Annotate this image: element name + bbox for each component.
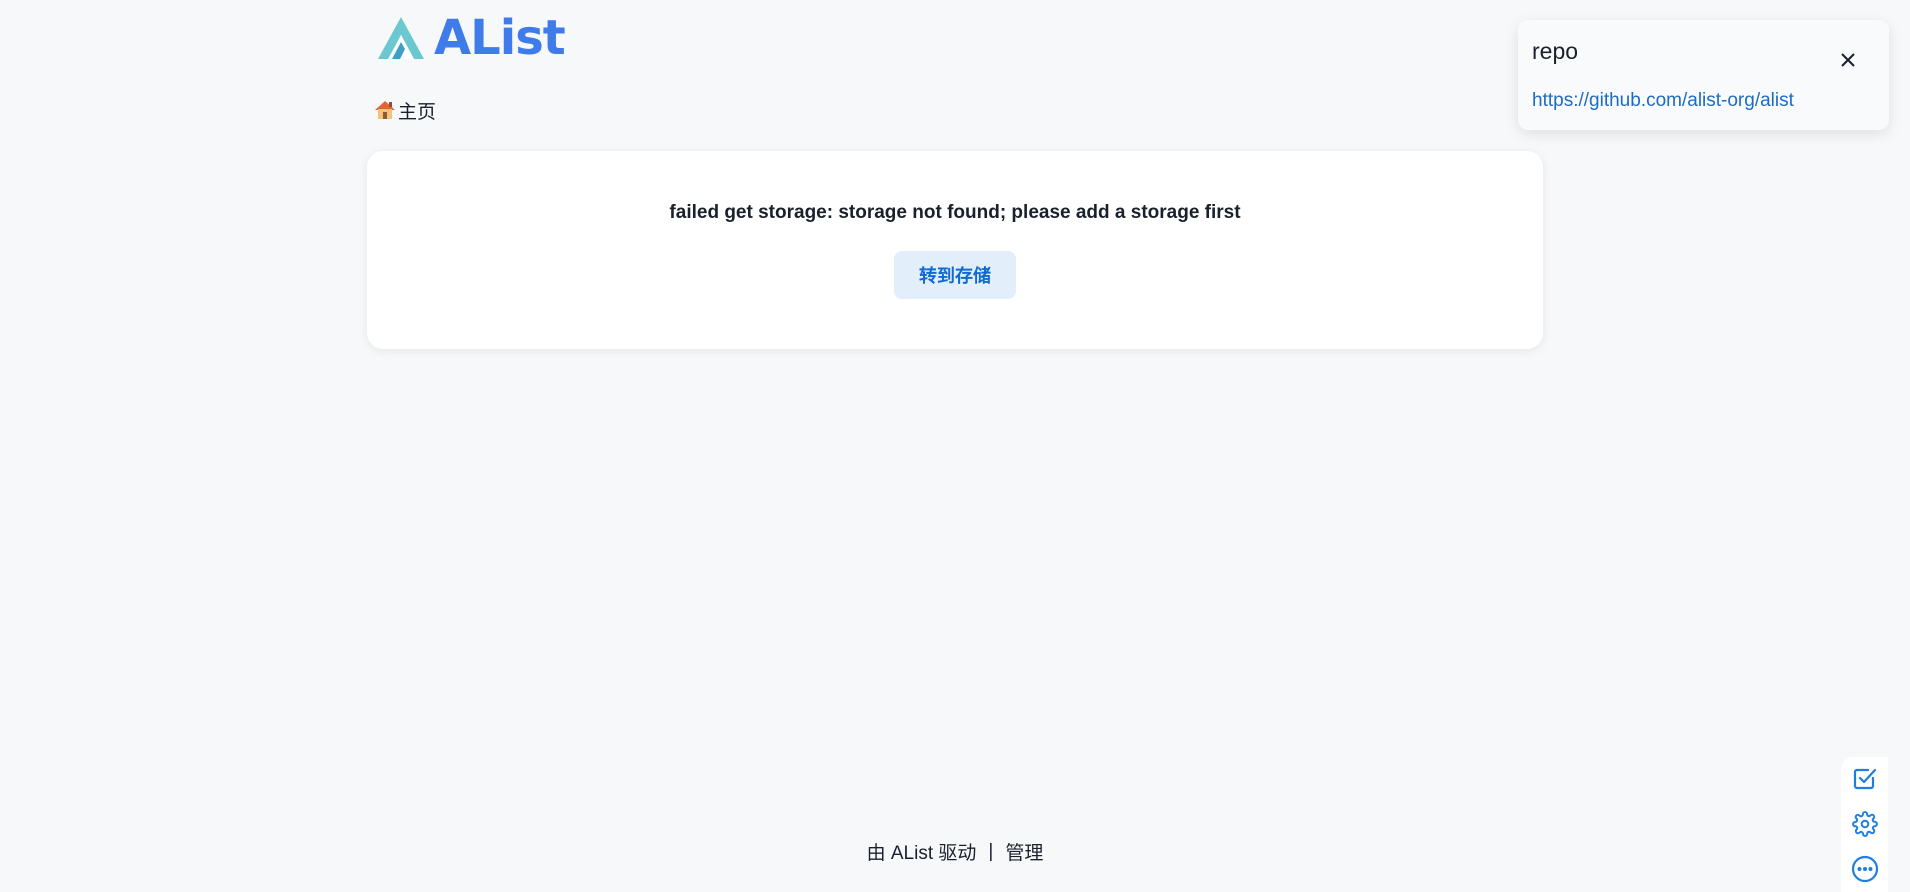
toast-title: repo <box>1532 38 1579 64</box>
error-message: failed get storage: storage not found; p… <box>669 202 1241 223</box>
powered-by-link[interactable]: 由 AList 驱动 <box>867 838 977 865</box>
go-to-storage-button[interactable]: 转到存储 <box>894 251 1016 299</box>
breadcrumb-home-label: 主页 <box>398 101 437 123</box>
repo-link[interactable]: https://github.com/alist-org/alist <box>1532 90 1794 112</box>
logo-text: AList <box>434 10 566 66</box>
more-icon[interactable] <box>1851 855 1879 883</box>
error-card: failed get storage: storage not found; p… <box>367 151 1543 349</box>
side-toolbar <box>1841 757 1888 892</box>
house-icon <box>375 101 395 119</box>
gear-icon[interactable] <box>1851 810 1879 838</box>
logo[interactable]: AList <box>376 10 566 66</box>
checkbox-icon[interactable] <box>1851 765 1879 793</box>
close-icon[interactable] <box>1836 48 1860 72</box>
alist-logo-icon <box>378 17 424 59</box>
footer: 由 AList 驱动 | 管理 <box>0 838 1910 865</box>
manage-link[interactable]: 管理 <box>1005 838 1043 865</box>
notification-toast: repo https://github.com/alist-org/alist <box>1518 20 1889 130</box>
breadcrumb[interactable]: 主页 <box>374 96 436 124</box>
footer-separator: | <box>988 840 994 862</box>
